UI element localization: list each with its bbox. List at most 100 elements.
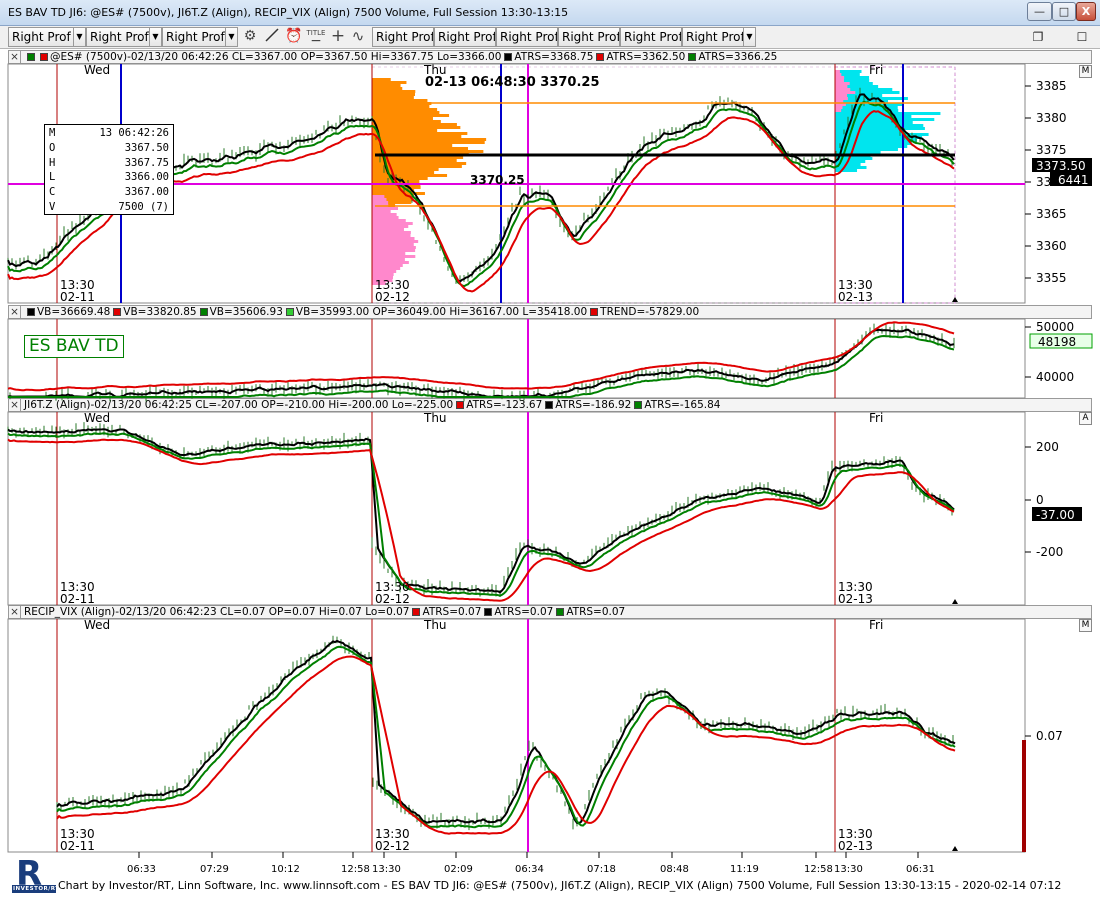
profile-bar bbox=[372, 252, 406, 255]
pane3-plot-area[interactable] bbox=[7, 411, 1026, 606]
profile-bar bbox=[372, 174, 448, 177]
profile-bar bbox=[372, 150, 484, 153]
cursor-key: O bbox=[49, 141, 56, 154]
study-label: ES BAV TD bbox=[24, 335, 124, 358]
cursor-row: O 3367.50 bbox=[49, 141, 169, 156]
profile-bar bbox=[372, 237, 415, 240]
bar-annotation-label: 02-13 06:48:30 3370.25 bbox=[425, 75, 600, 90]
ji6-green-line bbox=[7, 432, 955, 597]
profile-bar bbox=[372, 99, 428, 102]
profile-bar bbox=[372, 120, 441, 123]
profile-bar bbox=[372, 231, 411, 234]
profile-bar bbox=[372, 198, 387, 201]
profile-bar bbox=[835, 166, 867, 169]
profile-bar bbox=[372, 84, 401, 87]
profile-bar bbox=[372, 168, 439, 171]
profile-bar bbox=[372, 81, 407, 84]
profile-bar bbox=[372, 117, 433, 120]
profile-bar bbox=[372, 126, 461, 129]
profile-bar bbox=[372, 246, 416, 249]
profile-bar bbox=[372, 108, 438, 111]
profile-bar bbox=[372, 222, 413, 225]
y-tick-label: 0 bbox=[1036, 493, 1044, 507]
vb-tag-label: 48198 bbox=[1038, 335, 1076, 349]
cursor-key: L bbox=[49, 171, 56, 184]
pane3-scale-button[interactable]: A bbox=[1079, 412, 1092, 425]
profile-bar bbox=[835, 82, 850, 85]
profile-bar bbox=[372, 123, 457, 126]
x-tick-label: 13:30 bbox=[834, 864, 863, 875]
x-tick-label: 07:18 bbox=[587, 864, 616, 875]
session-date-label: 02-13 bbox=[838, 290, 873, 304]
vix-red-line bbox=[56, 655, 956, 835]
ji6-tag-label: -37.00 bbox=[1036, 508, 1075, 522]
volume-tag-label: 6441 bbox=[1058, 173, 1089, 187]
profile-bar bbox=[372, 105, 430, 108]
profile-bar bbox=[835, 169, 858, 172]
profile-bar bbox=[835, 73, 842, 76]
day-label: Thu bbox=[423, 411, 447, 425]
x-tick-label: 06:33 bbox=[127, 864, 156, 875]
profile-bar bbox=[835, 79, 844, 82]
profile-bar bbox=[372, 87, 403, 90]
profile-bar bbox=[372, 255, 416, 258]
y-tick-label: 3365 bbox=[1036, 207, 1067, 221]
profile-bar bbox=[372, 258, 405, 261]
pane1-scale-button[interactable]: M bbox=[1079, 65, 1092, 78]
day-label: Wed bbox=[84, 411, 110, 425]
cursor-row: M 13 06:42:26 bbox=[49, 126, 169, 141]
volume-bar bbox=[1022, 740, 1026, 852]
footer-credit: Chart by Investor/RT, Linn Software, Inc… bbox=[58, 879, 1062, 892]
cursor-value: 3367.00 bbox=[124, 186, 169, 199]
profile-bar bbox=[372, 228, 404, 231]
end-marker-icon bbox=[952, 599, 958, 604]
profile-bar bbox=[372, 132, 468, 135]
end-marker-icon bbox=[952, 846, 958, 851]
profile-bar bbox=[372, 171, 435, 174]
profile-bar bbox=[372, 264, 403, 267]
x-tick-label: 06:31 bbox=[906, 864, 935, 875]
day-label: Wed bbox=[84, 618, 110, 632]
session-date-label: 02-13 bbox=[838, 592, 873, 606]
session-date-label: 02-12 bbox=[375, 592, 410, 606]
x-tick-label: 02:09 bbox=[444, 864, 473, 875]
pane4-plot-area[interactable] bbox=[7, 618, 1026, 853]
x-tick-label: 08:48 bbox=[660, 864, 689, 875]
profile-bar bbox=[372, 243, 414, 246]
y-tick-label: 50000 bbox=[1036, 320, 1074, 334]
profile-bar bbox=[835, 91, 856, 94]
profile-bar bbox=[372, 219, 406, 222]
end-marker-icon bbox=[952, 297, 958, 302]
x-tick-label: 10:12 bbox=[271, 864, 300, 875]
profile-bar bbox=[372, 261, 409, 264]
profile-bar bbox=[372, 201, 389, 204]
pane4-scale-button[interactable]: M bbox=[1079, 619, 1092, 632]
y-tick-label: 3380 bbox=[1036, 111, 1067, 125]
x-tick-label: 06:34 bbox=[515, 864, 544, 875]
x-tick-label: 07:29 bbox=[200, 864, 229, 875]
profile-bar bbox=[835, 94, 848, 97]
cursor-info-box: M 13 06:42:26 O 3367.50 H 3367.75 L 3366.00 … bbox=[44, 124, 174, 215]
logo-text: INVESTOR/RT bbox=[13, 886, 60, 892]
y-tick-label: 3360 bbox=[1036, 239, 1067, 253]
x-tick-label: 12:58 bbox=[804, 864, 833, 875]
profile-bar bbox=[372, 114, 450, 117]
session-date-label: 02-12 bbox=[375, 290, 410, 304]
profile-bar bbox=[835, 115, 912, 118]
y-tick-label: 3385 bbox=[1036, 79, 1067, 93]
investor-rt-logo: R INVESTOR/RT bbox=[12, 854, 59, 895]
profile-bar bbox=[372, 225, 409, 228]
x-tick-label: 13:30 bbox=[372, 864, 401, 875]
profile-bar bbox=[835, 130, 902, 133]
day-label: Wed bbox=[84, 63, 110, 77]
session-date-label: 02-13 bbox=[838, 839, 873, 853]
profile-bar bbox=[372, 135, 462, 138]
day-label: Thu bbox=[423, 618, 447, 632]
day-label: Fri bbox=[869, 411, 883, 425]
profile-bar bbox=[372, 273, 394, 276]
x-tick-label: 12:58 bbox=[341, 864, 370, 875]
profile-bar bbox=[372, 78, 391, 81]
profile-bar bbox=[372, 186, 421, 189]
x-tick-label: 11:19 bbox=[730, 864, 759, 875]
profile-bar bbox=[372, 249, 416, 252]
